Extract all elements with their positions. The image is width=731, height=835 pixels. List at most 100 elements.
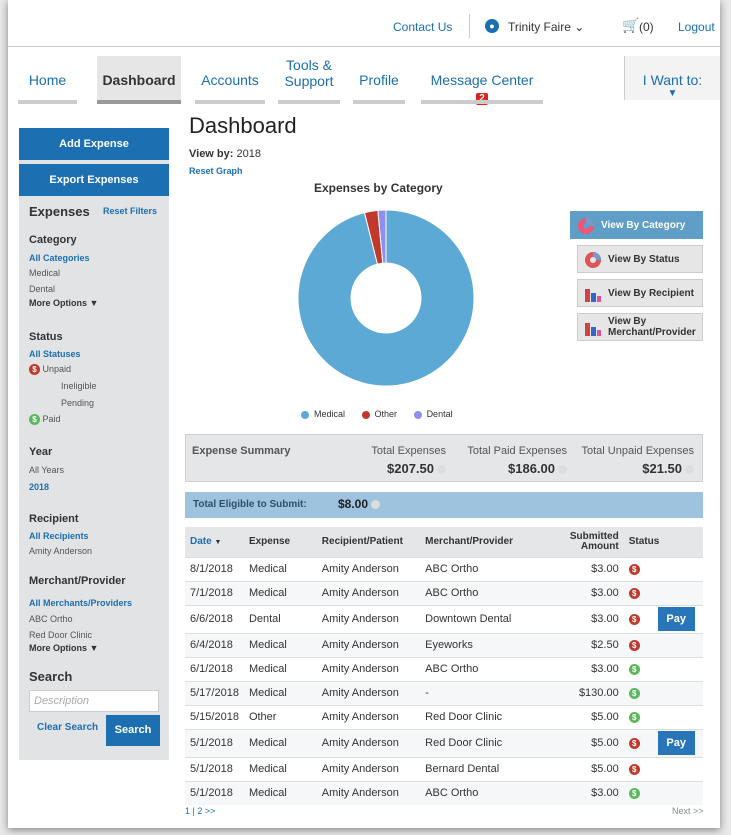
view-by-recipient-button[interactable]: View By Recipient [577, 279, 703, 307]
clear-search-link[interactable]: Clear Search [37, 722, 98, 733]
table-row[interactable]: 6/6/2018 Dental Amity Anderson Downtown Den… [185, 604, 703, 633]
total-unpaid-value: $21.50 [642, 461, 682, 476]
view-by-merchant-button[interactable]: View By Merchant/Provider [577, 313, 703, 341]
legend-item-other[interactable]: Other [361, 409, 398, 419]
i-want-label: I Want to: [642, 72, 703, 88]
next-page-link[interactable]: Next >> [672, 806, 704, 816]
pay-button[interactable]: Pay [657, 607, 695, 631]
cell-merchant: - [420, 680, 547, 705]
table-row[interactable]: 6/1/2018 Medical Amity Anderson ABC Ortho $3… [185, 656, 703, 681]
unpaid-dollar-icon: $ [628, 613, 640, 625]
reset-filters-link[interactable]: Reset Filters [103, 206, 157, 216]
filter-all-categories[interactable]: All Categories [29, 253, 90, 263]
logout-link[interactable]: Logout [678, 20, 715, 34]
search-input[interactable]: Description [29, 690, 159, 712]
filter-pending[interactable]: Pending [61, 398, 94, 408]
cart-icon[interactable]: 🛒 [622, 17, 639, 34]
filter-paid[interactable]: $ Paid [29, 414, 61, 426]
tab-home[interactable]: Home [18, 56, 77, 104]
column-header-date[interactable]: Date ▼ [185, 527, 244, 557]
column-header-merchant[interactable]: Merchant/Provider [420, 527, 547, 557]
filter-all-merchants[interactable]: All Merchants/Providers [29, 598, 132, 608]
table-row[interactable]: 7/1/2018 Medical Amity Anderson ABC Ortho $3… [185, 580, 703, 605]
total-paid-label: Total Paid Expenses [467, 445, 567, 457]
view-by-category-button[interactable]: View By Category [570, 211, 703, 239]
legend-item-medical[interactable]: Medical [301, 409, 345, 419]
total-unpaid: Total Unpaid Expenses $21.50 [580, 445, 694, 476]
pay-button[interactable]: Pay [657, 731, 695, 755]
tab-message-center[interactable]: Message Center 2 [421, 56, 543, 105]
info-icon[interactable] [371, 500, 381, 510]
cell-amount: $5.00 [546, 756, 624, 781]
recipient-heading: Recipient [29, 513, 79, 525]
total-expenses: Total Expenses $207.50 [358, 445, 446, 476]
filter-all-statuses[interactable]: All Statuses [29, 349, 81, 359]
user-menu[interactable]: Trinity Faire ⌄ [508, 20, 584, 34]
tab-profile[interactable]: Profile [353, 56, 405, 104]
pagination[interactable]: 1 | 2 >> [185, 806, 215, 816]
i-want-to-menu[interactable]: I Want to: ▼ [624, 56, 720, 100]
legend-label: Other [374, 409, 398, 419]
contact-us-link[interactable]: Contact Us [393, 20, 452, 34]
filter-abc-ortho[interactable]: ABC Ortho [29, 614, 73, 624]
filter-ineligible[interactable]: Ineligible [61, 381, 97, 391]
column-header-expense[interactable]: Expense [243, 527, 317, 557]
divider [8, 46, 720, 47]
table-row[interactable]: 5/15/2018 Other Amity Anderson Red Door Cli… [185, 704, 703, 729]
filter-all-recipients[interactable]: All Recipients [29, 531, 89, 541]
reset-graph-link[interactable]: Reset Graph [189, 166, 243, 176]
cell-date: 8/1/2018 [185, 556, 244, 581]
tab-dashboard[interactable]: Dashboard [97, 56, 181, 104]
cell-recipient: Amity Anderson [316, 680, 421, 705]
filter-dental[interactable]: Dental [29, 284, 55, 294]
search-button[interactable]: Search [106, 715, 160, 746]
cell-expense: Medical [243, 580, 317, 605]
cell-expense: Medical [243, 728, 317, 757]
cell-expense: Medical [243, 680, 317, 705]
table-row[interactable]: 5/1/2018 Medical Amity Anderson Bernard Den… [185, 756, 703, 781]
main-nav: Home Dashboard Accounts Tools & Support … [8, 56, 720, 105]
unpaid-dollar-icon: $ [29, 364, 40, 376]
table-row[interactable]: 8/1/2018 Medical Amity Anderson ABC Ortho $3… [185, 556, 703, 581]
add-expense-button[interactable]: Add Expense [19, 128, 169, 160]
legend-item-dental[interactable]: Dental [413, 409, 453, 419]
table-row[interactable]: 5/1/2018 Medical Amity Anderson ABC Ortho $3… [185, 780, 703, 805]
cell-status: $ [623, 632, 703, 657]
filter-all-years[interactable]: All Years [29, 465, 64, 475]
eligible-value: $8.00 [338, 497, 369, 511]
tab-tools-support[interactable]: Tools & Support [278, 56, 340, 104]
view-by-status-button[interactable]: View By Status [577, 245, 703, 273]
cell-recipient: Amity Anderson [316, 704, 421, 729]
filter-recipient-amity[interactable]: Amity Anderson [29, 546, 92, 556]
filter-year-2018[interactable]: 2018 [29, 482, 49, 492]
filter-red-door-clinic[interactable]: Red Door Clinic [29, 630, 92, 640]
tab-accounts[interactable]: Accounts [195, 56, 265, 104]
filter-medical[interactable]: Medical [29, 268, 60, 278]
info-icon[interactable] [685, 465, 694, 475]
column-header-status[interactable]: Status [623, 527, 703, 557]
column-header-recipient[interactable]: Recipient/Patient [316, 527, 421, 557]
filter-unpaid[interactable]: $ Unpaid [29, 364, 71, 376]
table-row[interactable]: 6/4/2018 Medical Amity Anderson Eyeworks $2.… [185, 632, 703, 657]
cell-amount: $3.00 [546, 780, 624, 805]
cell-recipient: Amity Anderson [316, 604, 421, 633]
cell-merchant: ABC Ortho [420, 780, 547, 805]
tab-label: Support [284, 73, 334, 89]
cell-date: 6/1/2018 [185, 656, 244, 681]
cell-status: $ [623, 780, 703, 805]
expenses-donut-chart[interactable] [288, 210, 488, 390]
cell-status: $ [623, 756, 703, 781]
merchant-more-options[interactable]: More Options ▼ [29, 643, 98, 653]
eligible-label: Total Eligible to Submit: [193, 499, 307, 510]
cell-expense: Medical [243, 656, 317, 681]
info-icon[interactable] [558, 465, 567, 475]
unpaid-dollar-icon: $ [628, 639, 640, 651]
column-header-amount[interactable]: Submitted Amount [546, 527, 624, 557]
table-row[interactable]: 5/17/2018 Medical Amity Anderson - $130.00 $ [185, 680, 703, 705]
category-more-options[interactable]: More Options ▼ [29, 298, 98, 308]
unpaid-dollar-icon: $ [628, 737, 640, 749]
info-icon[interactable] [437, 465, 446, 475]
table-row[interactable]: 5/1/2018 Medical Amity Anderson Red Door Cl… [185, 728, 703, 757]
cell-date: 6/6/2018 [185, 604, 244, 633]
export-expenses-button[interactable]: Export Expenses [19, 164, 169, 196]
